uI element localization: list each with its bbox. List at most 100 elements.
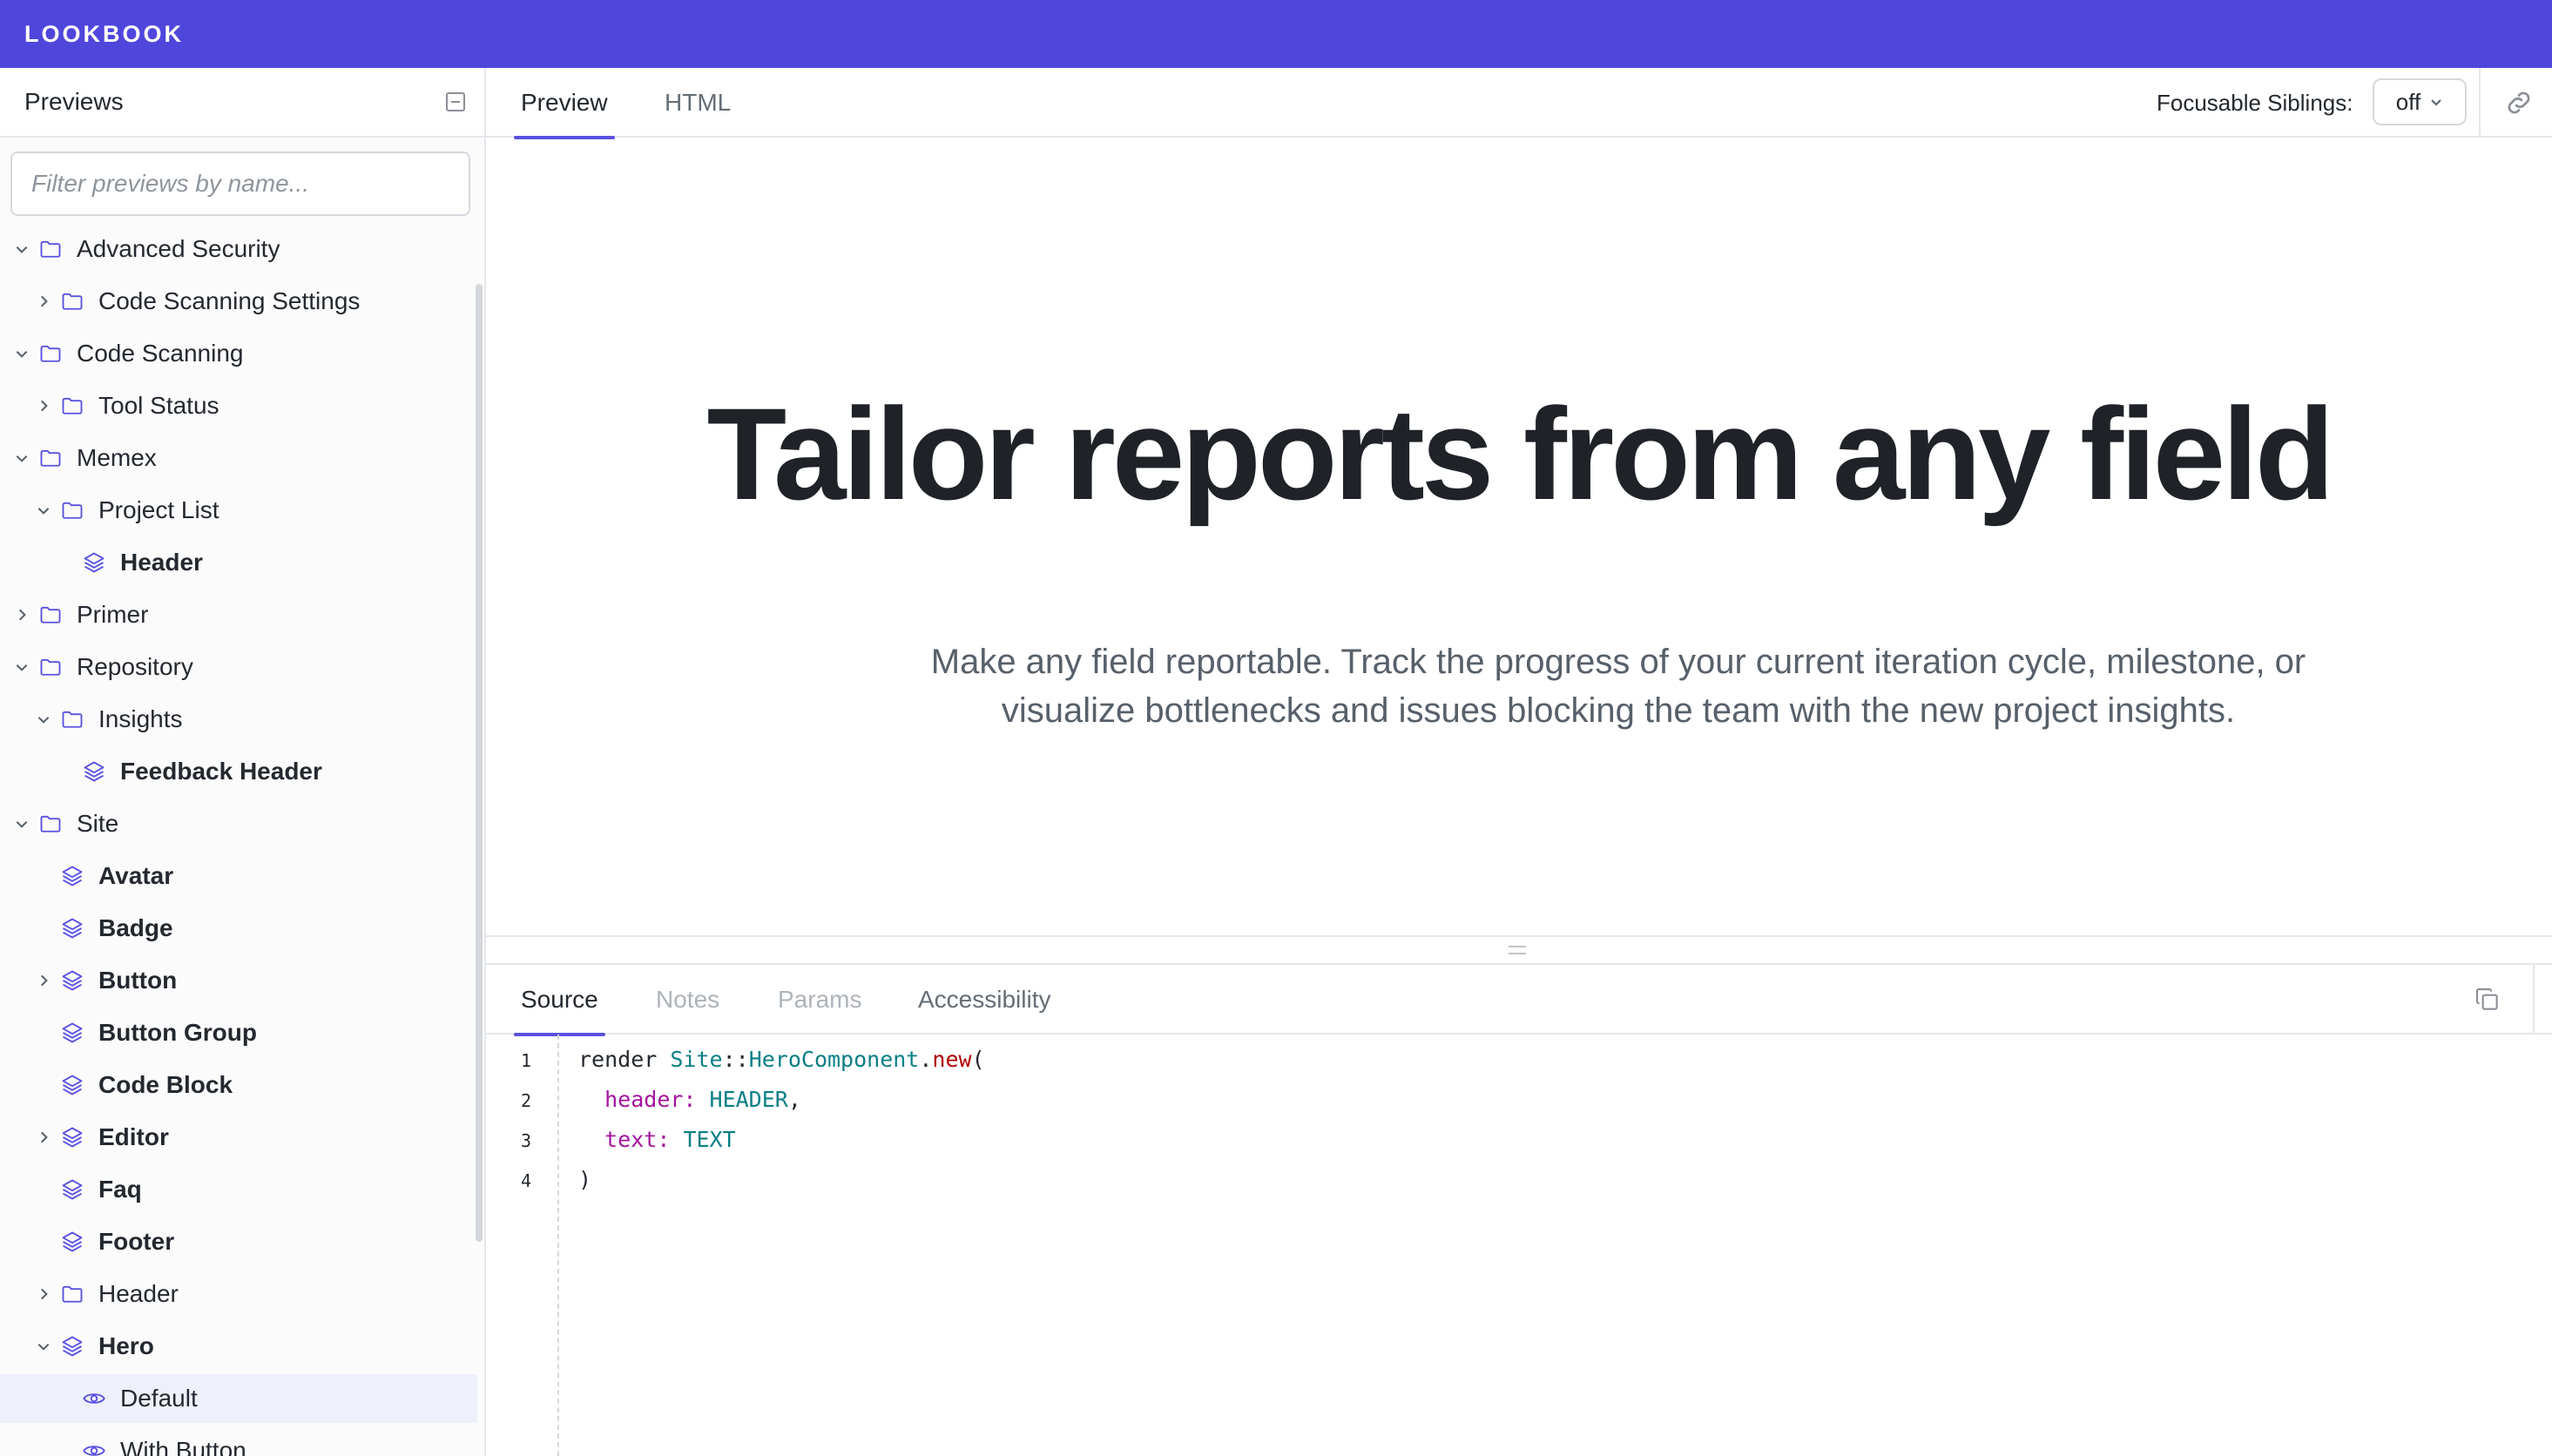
link-icon[interactable] (2503, 87, 2535, 118)
tab-html[interactable]: HTML (665, 68, 731, 138)
tab-notes[interactable]: Notes (656, 965, 719, 1035)
chevron-right-icon[interactable] (32, 969, 55, 992)
layers-icon (58, 1019, 86, 1047)
hero-text: Make any field reportable. Track the pro… (930, 643, 2306, 730)
focusable-siblings-select[interactable]: off (2373, 78, 2467, 125)
tree-item[interactable]: Code Scanning (0, 329, 477, 378)
tab-notes-label: Notes (656, 986, 720, 1013)
tab-source[interactable]: Source (514, 965, 605, 1036)
chevron-down-icon[interactable] (10, 812, 33, 835)
tree-item[interactable]: Button Group (0, 1008, 477, 1057)
tree-item-label: Header (98, 1280, 179, 1307)
tree-item[interactable]: Tool Status (0, 381, 477, 430)
tree-item[interactable]: Default (0, 1374, 477, 1423)
tree-item[interactable]: Editor (0, 1113, 477, 1162)
tree-item-label: Tool Status (98, 392, 219, 419)
chevron-down-icon[interactable] (32, 708, 55, 731)
chevron-right-icon[interactable] (32, 1126, 55, 1149)
top-bar: LOOKBOOK (0, 0, 2552, 68)
line-number: 4 (521, 1170, 532, 1191)
code-token: , (787, 1087, 801, 1112)
tree-item-label: Code Scanning Settings (98, 287, 361, 314)
tree-item-label: Site (77, 810, 119, 837)
filter-previews-input[interactable] (10, 152, 470, 216)
tree-item[interactable]: Footer (0, 1217, 477, 1266)
focusable-siblings-label: Focusable Siblings: (2157, 89, 2353, 116)
chevron-right-icon[interactable] (32, 1283, 55, 1305)
line-number: 1 (521, 1050, 532, 1071)
inspector-tabs: Source Notes Params Accessibility (486, 965, 2552, 1036)
tree-item[interactable]: Header (0, 538, 477, 587)
chevron-down-icon[interactable] (10, 447, 33, 469)
tab-source-label: Source (521, 986, 598, 1013)
copy-icon[interactable] (2474, 986, 2501, 1014)
tree-item[interactable]: Faq (0, 1165, 477, 1214)
source-code-view: 1 2 3 4 render Site::HeroComponent.new( head… (486, 1035, 2552, 1456)
chevron-right-icon[interactable] (10, 603, 33, 626)
panel-resize-handle[interactable] (486, 935, 2552, 965)
eye-icon (80, 1385, 108, 1412)
layers-icon (58, 967, 86, 994)
chevron-down-icon[interactable] (10, 656, 33, 678)
tree-item[interactable]: Hero (0, 1322, 477, 1371)
sidebar-scrollbar[interactable] (476, 284, 483, 1242)
chevron-right-icon[interactable] (32, 394, 55, 417)
chevron-down-icon[interactable] (10, 238, 33, 260)
tree-item[interactable]: Memex (0, 434, 477, 482)
tree-item-label: Editor (98, 1123, 169, 1150)
tree-item[interactable]: Badge (0, 904, 477, 953)
main-panel: Preview HTML Focusable Siblings: off Tai… (486, 68, 2552, 1456)
app-brand[interactable]: LOOKBOOK (24, 21, 184, 48)
tree-item[interactable]: Primer (0, 590, 477, 639)
folder-icon (58, 1280, 86, 1308)
collapse-all-icon[interactable] (446, 92, 465, 111)
sidebar-title: Previews (24, 88, 124, 115)
tree-item[interactable]: Advanced Security (0, 225, 477, 273)
code-token: Site (670, 1047, 723, 1072)
tree-item[interactable]: Repository (0, 643, 477, 691)
line-number: 3 (521, 1130, 532, 1151)
eye-icon (80, 1437, 108, 1456)
tree-item[interactable]: Avatar (0, 852, 477, 900)
code-token: header: (604, 1087, 697, 1112)
tab-params[interactable]: Params (778, 965, 861, 1035)
tree-item[interactable]: Project List (0, 486, 477, 535)
tree-item[interactable]: Feedback Header (0, 747, 477, 796)
code-token: HEADER (709, 1087, 788, 1112)
tree-item[interactable]: Insights (0, 695, 477, 744)
sidebar: Previews Advanced Security Code Scanning … (0, 68, 486, 1456)
chevron-down-icon[interactable] (10, 342, 33, 365)
tree-item[interactable]: With Button (0, 1426, 477, 1456)
divider (2533, 965, 2535, 1035)
layers-icon (58, 862, 86, 890)
tree-item[interactable]: Site (0, 799, 477, 848)
sidebar-header: Previews (0, 68, 484, 138)
code-line: text: TEXT (578, 1127, 736, 1152)
chevron-down-icon[interactable] (32, 499, 55, 522)
tab-accessibility[interactable]: Accessibility (918, 965, 1050, 1035)
tree-item[interactable]: Header (0, 1270, 477, 1318)
folder-icon (58, 392, 86, 420)
chevron-right-icon[interactable] (32, 290, 55, 313)
chevron-down-icon[interactable] (32, 1335, 55, 1358)
code-line: render Site::HeroComponent.new( (578, 1047, 985, 1072)
layers-icon (58, 1123, 86, 1151)
tree-item-label: Badge (98, 914, 173, 941)
code-line: header: HEADER, (578, 1087, 801, 1112)
tab-accessibility-label: Accessibility (918, 986, 1051, 1013)
tree-item-label: Code Block (98, 1071, 233, 1098)
tab-preview[interactable]: Preview (514, 68, 615, 139)
code-token: :: (722, 1047, 749, 1072)
code-token: . (919, 1047, 933, 1072)
folder-icon (37, 444, 64, 472)
tree-item[interactable]: Code Block (0, 1061, 477, 1109)
divider (2479, 68, 2481, 138)
tree-item[interactable]: Button (0, 956, 477, 1005)
tree-item[interactable]: Code Scanning Settings (0, 277, 477, 326)
